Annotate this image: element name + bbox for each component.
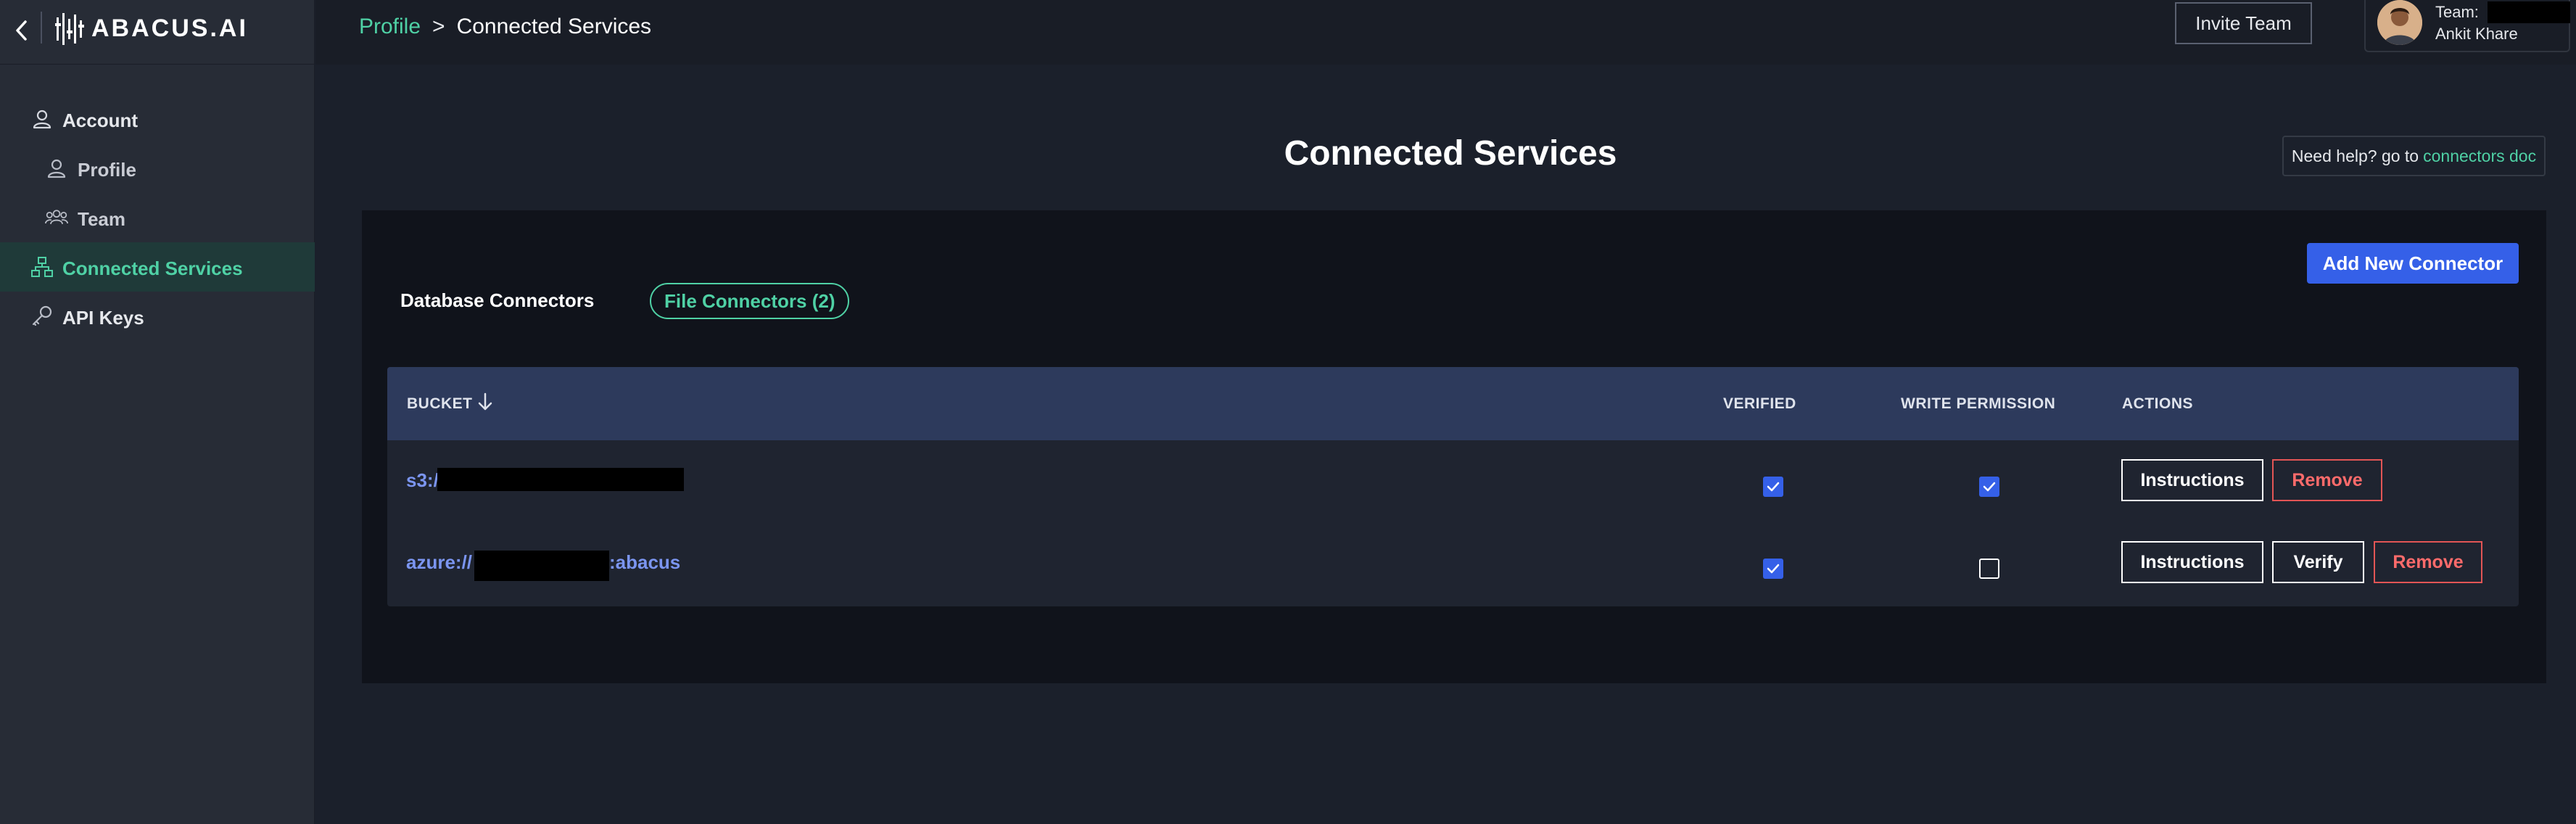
- sidebar-item-label: API Keys: [62, 307, 144, 329]
- sidebar-item-label: Connected Services: [62, 258, 243, 279]
- sidebar-item-account[interactable]: Account: [0, 94, 315, 144]
- redacted-bucket-name: [437, 468, 684, 491]
- bucket-link-suffix[interactable]: :abacus: [609, 551, 680, 574]
- sidebar-item-profile[interactable]: Profile: [0, 144, 315, 193]
- table-row: azure:// :abacus Instructions Verify Rem…: [387, 522, 2519, 604]
- remove-button[interactable]: Remove: [2374, 541, 2482, 583]
- remove-button[interactable]: Remove: [2272, 459, 2382, 501]
- bucket-link[interactable]: s3:/: [406, 469, 439, 492]
- tab-file-connectors[interactable]: File Connectors (2): [650, 283, 850, 319]
- verified-checkbox[interactable]: [1763, 559, 1783, 579]
- instructions-button[interactable]: Instructions: [2121, 459, 2263, 501]
- add-new-connector-button[interactable]: Add New Connector: [2307, 243, 2519, 284]
- user-name: Ankit Khare: [2435, 25, 2518, 43]
- back-button[interactable]: [7, 16, 36, 45]
- verified-checkbox[interactable]: [1763, 477, 1783, 497]
- sidebar-item-api-keys[interactable]: API Keys: [0, 292, 315, 341]
- connectors-panel: Database Connectors File Connectors (2) …: [362, 210, 2546, 683]
- redacted-team-name: [2488, 1, 2570, 23]
- write-permission-checkbox[interactable]: [1979, 477, 1999, 497]
- checkmark-icon: [1767, 482, 1780, 492]
- sidebar: ABACUS.AI Account Profile Team Connected…: [0, 0, 315, 824]
- column-header-verified: VERIFIED: [1723, 395, 1796, 412]
- team-switcher[interactable]: Team: Ankit Khare: [2364, 0, 2570, 52]
- bucket-link[interactable]: azure://: [406, 551, 472, 574]
- sidebar-item-connected-services[interactable]: Connected Services: [0, 242, 315, 292]
- sort-arrow-down-icon[interactable]: [477, 392, 493, 412]
- app-root: ABACUS.AI Account Profile Team Connected…: [0, 0, 2576, 824]
- brand-bar: ABACUS.AI: [0, 0, 314, 65]
- help-box: Need help? go to connectors doc: [2282, 136, 2546, 176]
- network-icon: [31, 257, 53, 277]
- page-title: Connected Services: [1284, 134, 1617, 173]
- abacus-logo-icon: [55, 13, 84, 45]
- redacted-bucket-name: [474, 551, 609, 581]
- top-bar: Profile > Connected Services Invite Team…: [315, 0, 2576, 65]
- write-permission-checkbox[interactable]: [1979, 559, 1999, 579]
- table-header: BUCKET VERIFIED WRITE PERMISSION ACTIONS: [387, 367, 2519, 440]
- connectors-table: BUCKET VERIFIED WRITE PERMISSION ACTIONS…: [387, 367, 2519, 606]
- sidebar-nav: Account Profile Team Connected Services …: [0, 94, 315, 341]
- sidebar-item-team[interactable]: Team: [0, 193, 315, 242]
- breadcrumb: Profile > Connected Services: [359, 15, 651, 39]
- column-header-actions: ACTIONS: [2122, 395, 2193, 412]
- help-text: Need help? go to: [2291, 146, 2419, 165]
- column-header-bucket[interactable]: BUCKET: [407, 395, 473, 413]
- user-icon: [33, 110, 51, 129]
- checkmark-icon: [1767, 564, 1780, 574]
- avatar-photo-icon: [2377, 0, 2422, 45]
- avatar: [2377, 0, 2422, 45]
- user-icon: [47, 159, 66, 178]
- instructions-button[interactable]: Instructions: [2121, 541, 2263, 583]
- checkmark-icon: [1983, 482, 1996, 492]
- table-row: s3:/ Instructions Remove: [387, 440, 2519, 522]
- team-icon: [45, 210, 68, 225]
- sidebar-item-label: Account: [62, 110, 138, 131]
- brand-divider: [41, 12, 42, 44]
- chevron-left-icon: [16, 20, 27, 41]
- invite-team-button[interactable]: Invite Team: [2175, 2, 2312, 44]
- breadcrumb-profile-link[interactable]: Profile: [359, 15, 421, 39]
- brand-name: ABACUS.AI: [91, 15, 248, 42]
- sidebar-item-label: Team: [78, 208, 125, 230]
- tab-database-connectors[interactable]: Database Connectors: [400, 289, 594, 312]
- breadcrumb-separator: >: [432, 15, 445, 38]
- connectors-doc-link[interactable]: connectors doc: [2423, 147, 2536, 166]
- verify-button[interactable]: Verify: [2272, 541, 2364, 583]
- team-label: Team:: [2435, 3, 2479, 21]
- column-header-write-permission: WRITE PERMISSION: [1901, 395, 2056, 412]
- key-icon: [32, 305, 52, 326]
- sidebar-item-label: Profile: [78, 159, 136, 181]
- breadcrumb-current: Connected Services: [456, 15, 652, 38]
